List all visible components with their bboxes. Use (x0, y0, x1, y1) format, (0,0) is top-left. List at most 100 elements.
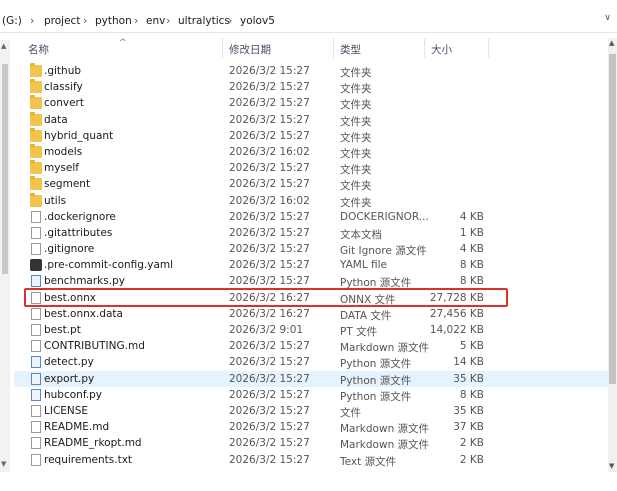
file-name: LICENSE (44, 404, 89, 417)
file-size: 27,456 KB (429, 307, 484, 320)
file-row[interactable]: utils 2026/3/2 16:02 文件夹 (14, 192, 608, 209)
file-type: 文件夹 (340, 196, 372, 209)
file-row[interactable]: hybrid_quant 2026/3/2 15:27 文件夹 (14, 127, 608, 144)
address-dropdown-chevron-icon[interactable]: ∨ (604, 13, 611, 23)
file-date: 2026/3/2 15:27 (229, 226, 310, 239)
column-divider[interactable] (488, 38, 489, 58)
file-date: 2026/3/2 16:27 (229, 307, 310, 320)
scrollbar-thumb[interactable] (609, 54, 616, 384)
file-row[interactable]: best.onnx.data 2026/3/2 16:27 DATA 文件 27,45… (14, 306, 608, 322)
file-name: .pre-commit-config.yaml (44, 259, 174, 272)
file-name: best.onnx.data (44, 307, 123, 320)
file-row[interactable]: hubconf.py 2026/3/2 15:27 Python 源文件 8 KB (14, 387, 608, 403)
file-size: 1 KB (459, 226, 484, 239)
file-name: .dockerignore (44, 210, 116, 223)
file-row[interactable]: myself 2026/3/2 15:27 文件夹 (14, 160, 608, 176)
file-date: 2026/3/2 15:27 (229, 178, 310, 191)
file-date: 2026/3/2 15:27 (229, 453, 310, 466)
file-date: 2026/3/2 15:27 (229, 129, 310, 142)
file-row[interactable]: segment 2026/3/2 15:27 文件夹 (14, 176, 608, 192)
breadcrumb-env[interactable]: env (146, 15, 165, 27)
file-row[interactable]: .github 2026/3/2 15:27 文件夹 (14, 63, 608, 79)
file-size: 8 KB (459, 275, 484, 288)
file-type: Git Ignore 源文件 (340, 245, 427, 258)
column-divider[interactable] (222, 38, 223, 58)
breadcrumb-ultralytics[interactable]: ultralytics (178, 15, 230, 27)
file-row[interactable]: .gitignore 2026/3/2 15:27 Git Ignore 源文件 4 … (14, 241, 608, 257)
file-row[interactable]: data 2026/3/2 15:27 文件夹 (14, 111, 608, 128)
column-header-type[interactable]: 类型 (340, 42, 361, 57)
file-name: data (44, 113, 68, 126)
navigation-pane-scrollbar[interactable]: ▲ ▼ (0, 40, 10, 472)
file-row[interactable]: best.pt 2026/3/2 9:01 PT 文件 14,022 KB (14, 322, 608, 338)
file-type: PT 文件 (340, 326, 378, 338)
file-icon (31, 453, 41, 466)
folder-icon (30, 192, 42, 207)
file-name: .github (44, 65, 82, 77)
file-row[interactable]: LICENSE 2026/3/2 15:27 文件 35 KB (14, 403, 608, 419)
file-size: 8 KB (459, 259, 484, 272)
file-list-scrollbar[interactable]: ▲ ▼ (608, 38, 617, 472)
file-date: 2026/3/2 9:01 (229, 324, 304, 336)
file-row[interactable]: export.py 2026/3/2 15:27 Python 源文件 35 KB (14, 370, 608, 387)
folder-icon (30, 79, 42, 94)
breadcrumb-separator-icon[interactable]: › (166, 14, 170, 27)
file-row[interactable]: README_rkopt.md 2026/3/2 15:27 Markdown 源文… (14, 435, 608, 451)
column-header-name[interactable]: 名称 (28, 42, 49, 57)
file-type: Python 源文件 (340, 358, 412, 371)
file-type: Markdown 源文件 (340, 439, 430, 452)
file-size: 4 KB (459, 210, 484, 223)
file-row[interactable]: .pre-commit-config.yaml 2026/3/2 15:27 YAM… (14, 257, 608, 273)
file-icon (31, 404, 41, 417)
file-name: hybrid_quant (44, 129, 114, 142)
file-icon (31, 307, 41, 320)
file-size: 2 KB (459, 437, 484, 450)
address-bar[interactable]: (G:) › project › python › env › ultralyt… (0, 10, 617, 33)
file-type: 文件夹 (340, 131, 372, 144)
file-date: 2026/3/2 15:27 (229, 81, 310, 94)
file-date: 2026/3/2 16:02 (229, 194, 310, 207)
file-row[interactable]: models 2026/3/2 16:02 文件夹 (14, 143, 608, 160)
file-row[interactable]: README.md 2026/3/2 15:27 Markdown 源文件 37 KB (14, 419, 608, 435)
file-row[interactable]: .dockerignore 2026/3/2 15:27 DOCKERIGNOR..… (14, 209, 608, 225)
folder-icon (30, 176, 42, 191)
column-header-size[interactable]: 大小 (431, 42, 452, 57)
file-row[interactable]: classify 2026/3/2 15:27 文件夹 (14, 79, 608, 95)
scroll-down-arrow-icon[interactable]: ▼ (1, 460, 6, 468)
breadcrumb-separator-icon[interactable]: › (134, 14, 138, 27)
folder-icon (30, 160, 42, 175)
file-type: 文件夹 (340, 67, 372, 79)
column-header-row: ^ 名称 修改日期 类型 大小 (0, 38, 608, 58)
column-divider[interactable] (333, 38, 334, 58)
file-type: Markdown 源文件 (340, 423, 430, 436)
file-row[interactable]: CONTRIBUTING.md 2026/3/2 15:27 Markdown 源文… (14, 338, 608, 354)
breadcrumb-separator-icon[interactable]: › (228, 14, 232, 27)
file-type: Python 源文件 (340, 374, 412, 387)
file-name: README_rkopt.md (44, 437, 142, 450)
file-icon (31, 324, 41, 336)
folder-icon (30, 63, 42, 77)
breadcrumb-drive[interactable]: (G:) (2, 15, 22, 27)
column-divider[interactable] (424, 38, 425, 58)
file-list: .github 2026/3/2 15:27 文件夹 classify 2026/3/2… (14, 63, 608, 468)
column-header-date[interactable]: 修改日期 (229, 42, 271, 57)
file-row[interactable]: .gitattributes 2026/3/2 15:27 文本文档 1 KB (14, 225, 608, 241)
breadcrumb-separator-icon[interactable]: › (30, 14, 34, 27)
file-size: 35 KB (453, 372, 484, 385)
breadcrumb-yolov5[interactable]: yolov5 (240, 15, 275, 27)
scroll-down-arrow-icon[interactable]: ▼ (609, 462, 614, 470)
file-type: DOCKERIGNOR... (340, 210, 429, 223)
scroll-up-arrow-icon[interactable]: ▲ (609, 39, 614, 47)
file-name: .gitattributes (44, 226, 113, 239)
file-name: segment (44, 178, 91, 191)
file-icon (31, 226, 41, 239)
breadcrumb-separator-icon[interactable]: › (83, 14, 87, 27)
breadcrumb-project[interactable]: project (44, 15, 80, 27)
breadcrumb-python[interactable]: python (95, 15, 132, 27)
file-name: export.py (44, 372, 95, 385)
file-date: 2026/3/2 15:27 (229, 210, 310, 223)
file-row[interactable]: convert 2026/3/2 15:27 文件夹 (14, 95, 608, 111)
file-row[interactable]: requirements.txt 2026/3/2 15:27 Text 源文件 2 … (14, 452, 608, 468)
file-row[interactable]: detect.py 2026/3/2 15:27 Python 源文件 14 KB (14, 354, 608, 370)
scrollbar-thumb[interactable] (2, 64, 8, 274)
